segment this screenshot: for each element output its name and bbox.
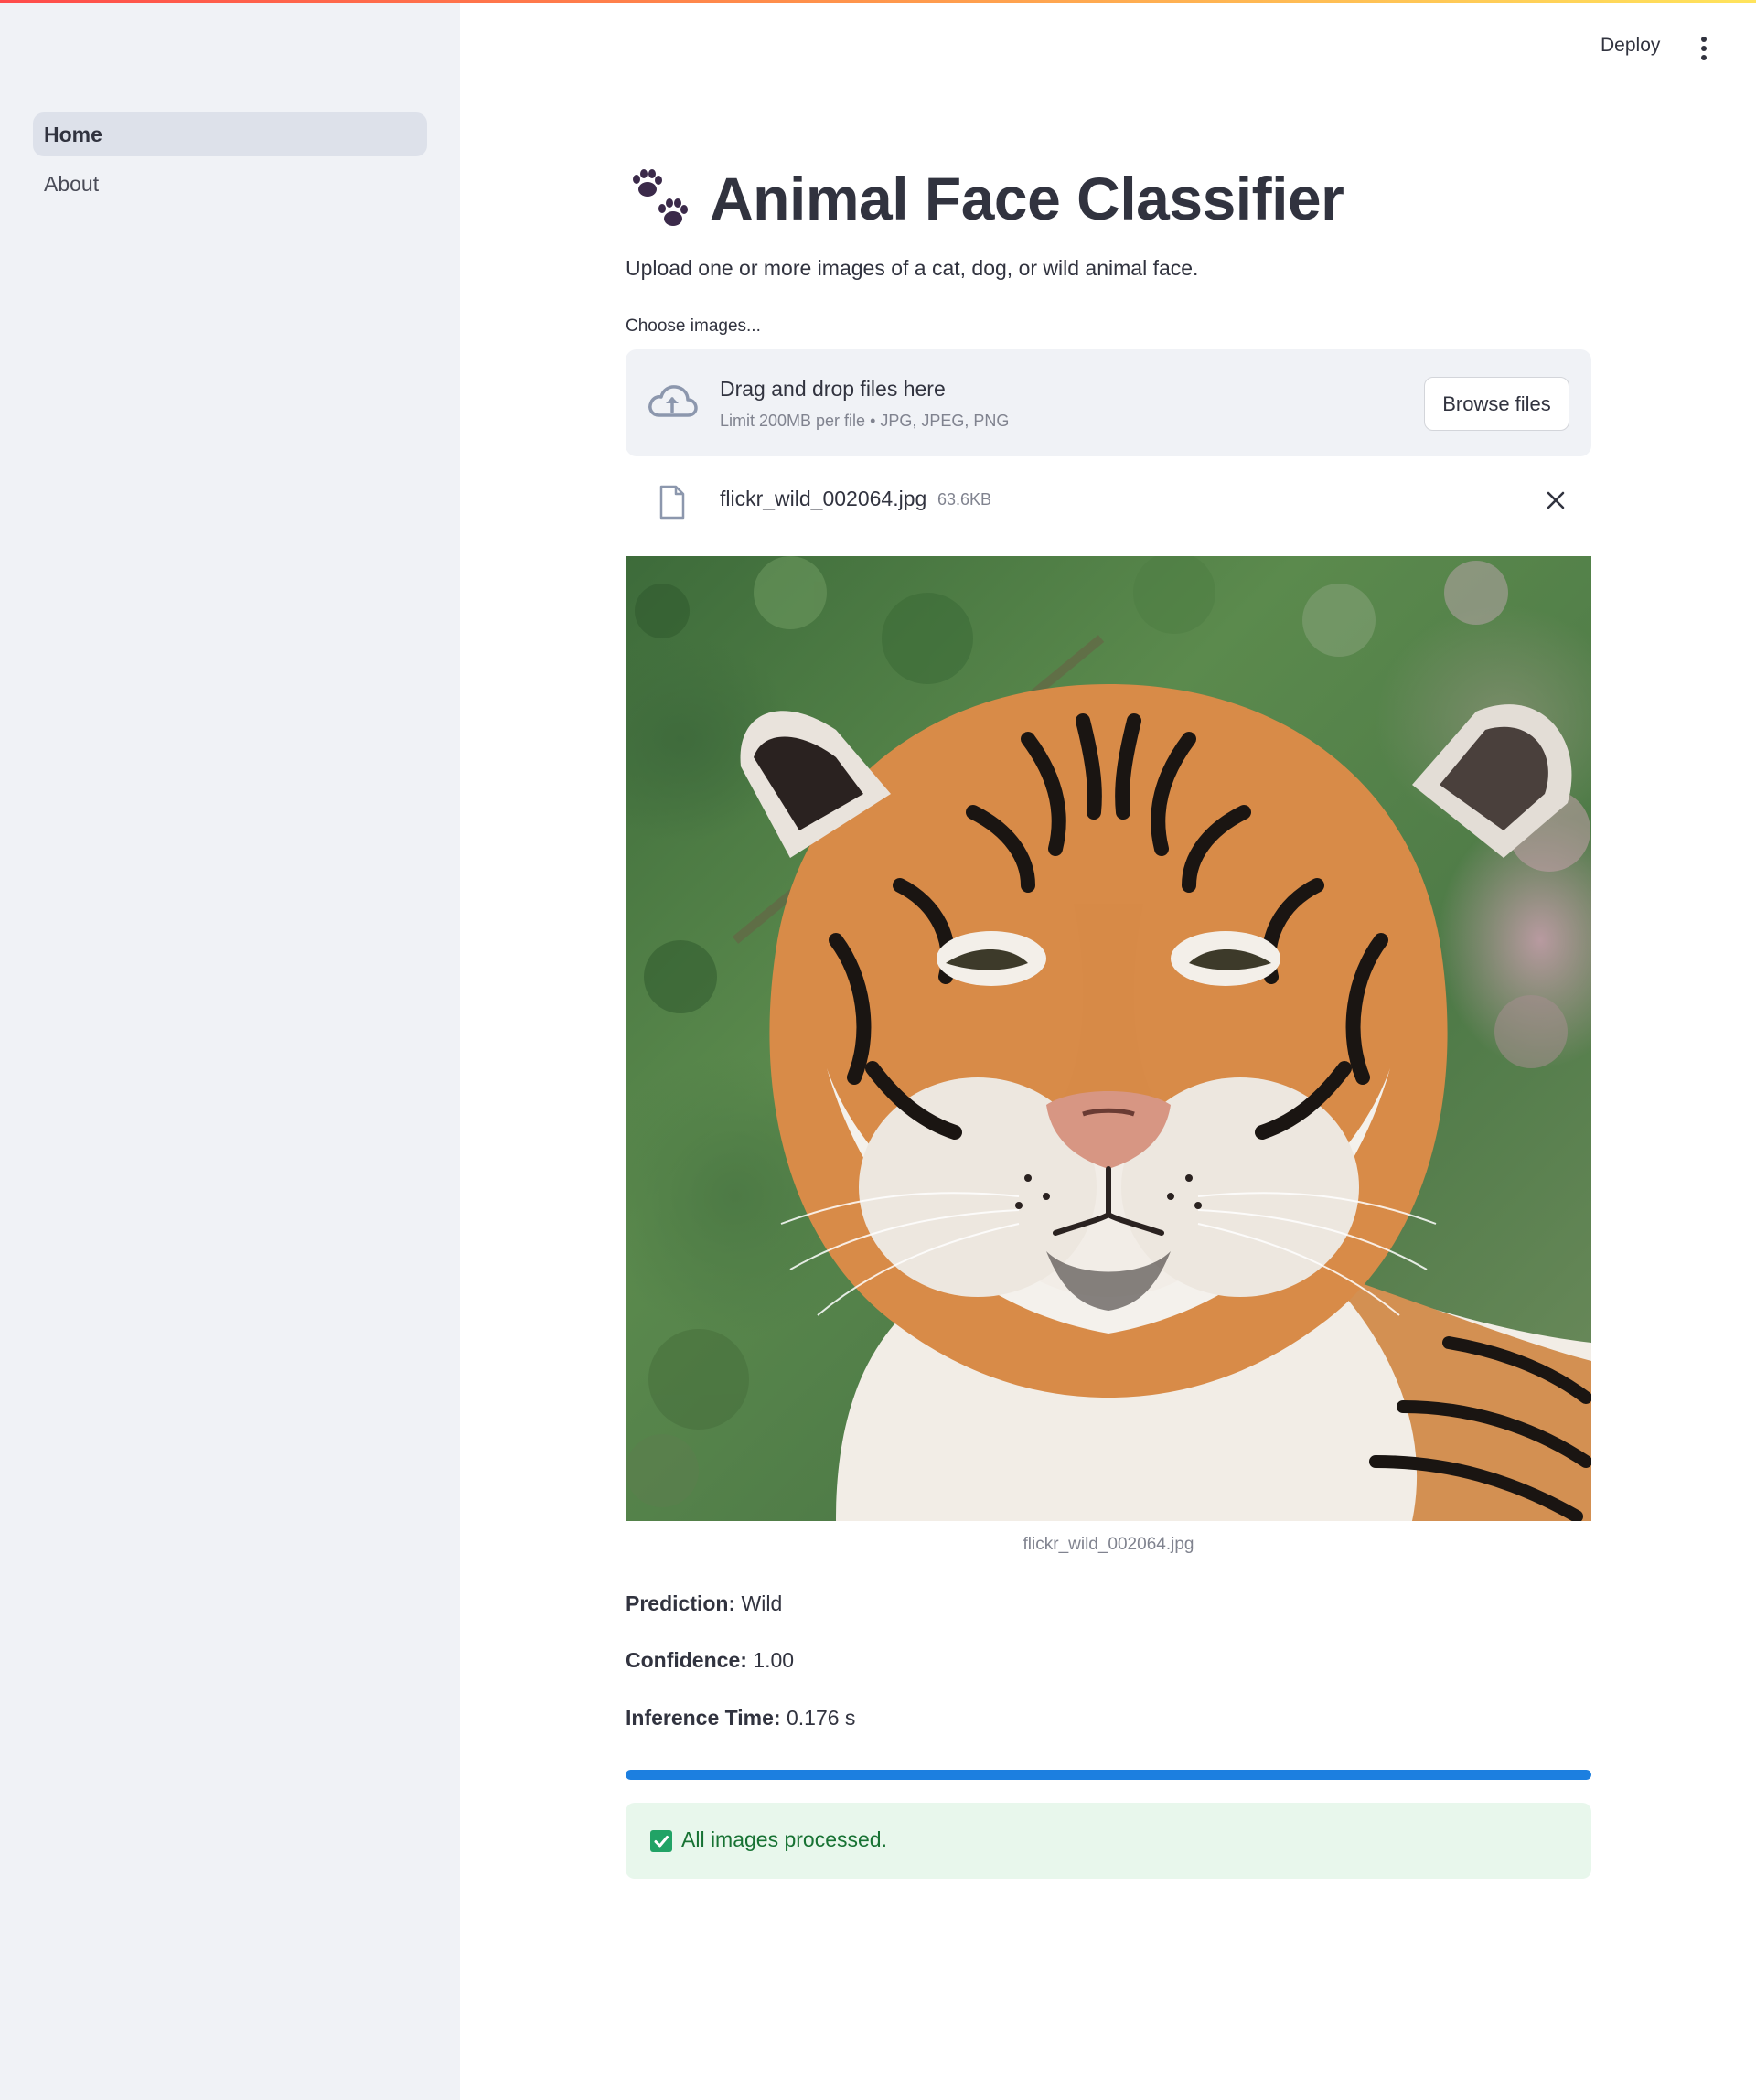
file-uploader-label: Choose images... [626,316,761,336]
deploy-button[interactable]: Deploy [1601,35,1660,57]
browse-files-button[interactable]: Browse files [1424,377,1569,431]
uploaded-file-row: flickr_wild_002064.jpg 63.6KB [626,477,1591,527]
inference-time-result: Inference Time: 0.176 s [626,1706,855,1730]
sidebar-item-home[interactable]: Home [33,112,427,156]
sidebar-item-about[interactable]: About [33,162,427,206]
kebab-menu-icon[interactable] [1695,37,1713,62]
top-decoration-stripe [0,0,1756,3]
inference-time-label: Inference Time: [626,1706,781,1730]
check-box-icon [650,1830,672,1852]
success-message: All images processed. [681,1827,887,1851]
page-title: Animal Face Classifier [710,165,1344,232]
uploaded-file-name: flickr_wild_002064.jpg [720,487,927,510]
success-alert: All images processed. [626,1803,1591,1879]
dropzone-title: Drag and drop files here [720,377,946,401]
confidence-result: Confidence: 1.00 [626,1648,794,1673]
sidebar-nav: Home About [33,112,427,211]
progress-bar-fill [626,1770,1591,1780]
close-icon[interactable] [1544,488,1568,512]
uploaded-image-tiger [626,556,1591,1521]
confidence-value: 1.00 [753,1648,795,1672]
dropzone-limit-text: Limit 200MB per file • JPG, JPEG, PNG [720,412,1010,430]
file-dropzone[interactable]: Drag and drop files here Limit 200MB per… [626,349,1591,456]
paw-prints-icon [633,169,688,226]
inference-time-value: 0.176 s [786,1706,856,1730]
prediction-value: Wild [741,1591,783,1615]
confidence-label: Confidence: [626,1648,747,1672]
cloud-upload-icon [648,385,698,417]
file-icon [659,485,685,520]
page-subtitle: Upload one or more images of a cat, dog,… [626,256,1199,280]
uploaded-file-size: 63.6KB [937,490,992,509]
sidebar: Home About [0,0,460,2100]
prediction-result: Prediction: Wild [626,1591,782,1616]
prediction-label: Prediction: [626,1591,736,1615]
image-caption: flickr_wild_002064.jpg [1023,1535,1194,1554]
progress-bar [626,1770,1591,1780]
title-row: Animal Face Classifier [626,157,1344,240]
